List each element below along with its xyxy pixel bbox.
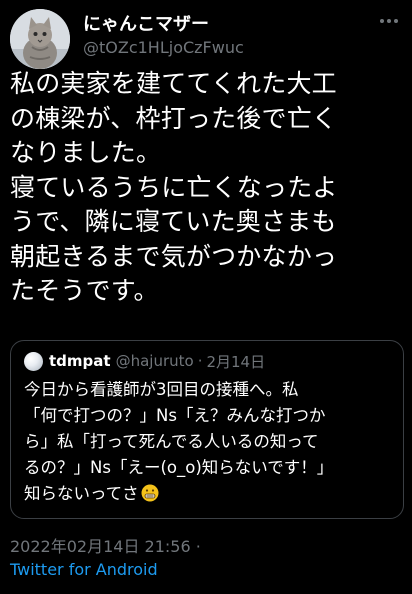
tweet: にゃんこマザー @tOZc1HLjoCzFwuc 私の実家を建ててくれた大工 の… — [0, 0, 412, 594]
quoted-avatar — [24, 351, 43, 371]
author-handle[interactable]: @tOZc1HLjoCzFwuc — [83, 38, 244, 57]
quoted-date: 2月14日 — [206, 352, 266, 371]
author-display-name[interactable]: にゃんこマザー — [83, 10, 209, 36]
more-options-icon[interactable] — [378, 10, 400, 32]
tweet-text: 私の実家を建ててくれた大工 の棟梁が、枠打った後で亡く なりました。 寝ているう… — [10, 69, 338, 305]
avatar[interactable] — [10, 9, 70, 69]
quoted-tweet-body: 今日から看護師が3回目の接種へ。私 「何で打つの？」Ns「え？みんな打つか ら」… — [24, 377, 392, 507]
quoted-author-handle: @hajuruto — [115, 352, 194, 370]
quoted-author-name: tdmpat — [49, 352, 111, 370]
quoted-tweet-text: 今日から看護師が3回目の接種へ。私 「何で打つの？」Ns「え？みんな打つか ら」… — [24, 380, 334, 503]
quoted-tweet-header: tdmpat @hajuruto · 2月14日 — [24, 351, 265, 371]
grimacing-face-icon — [141, 484, 159, 502]
cat-avatar-icon — [10, 9, 70, 69]
tweet-timestamp[interactable]: 2022年02月14日 21:56 · — [10, 533, 201, 557]
tweet-source-link[interactable]: Twitter for Android — [10, 560, 158, 579]
quoted-tweet-card[interactable]: tdmpat @hajuruto · 2月14日 今日から看護師が3回目の接種へ… — [10, 340, 404, 519]
quoted-separator: · — [197, 352, 203, 370]
